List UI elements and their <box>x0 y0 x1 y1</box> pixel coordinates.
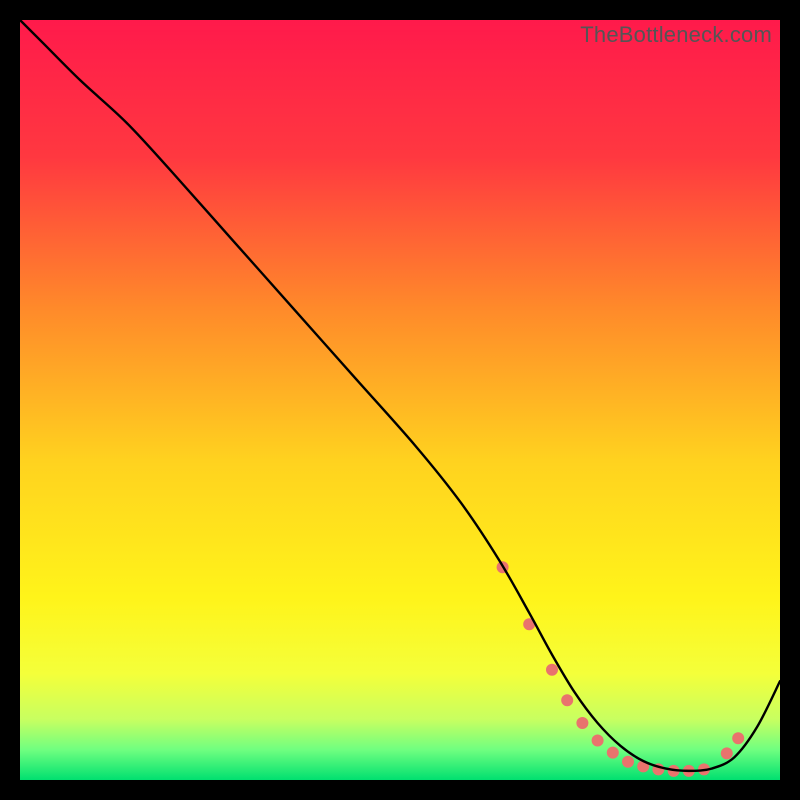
bottleneck-chart <box>20 20 780 780</box>
chart-frame: TheBottleneck.com <box>20 20 780 780</box>
marker-dot <box>576 717 588 729</box>
gradient-background <box>20 20 780 780</box>
marker-dot <box>546 664 558 676</box>
marker-dot <box>592 734 604 746</box>
marker-dot <box>561 694 573 706</box>
marker-dot <box>721 747 733 759</box>
marker-dot <box>622 756 634 768</box>
marker-dot <box>607 747 619 759</box>
watermark-label: TheBottleneck.com <box>580 22 772 48</box>
marker-dot <box>732 732 744 744</box>
